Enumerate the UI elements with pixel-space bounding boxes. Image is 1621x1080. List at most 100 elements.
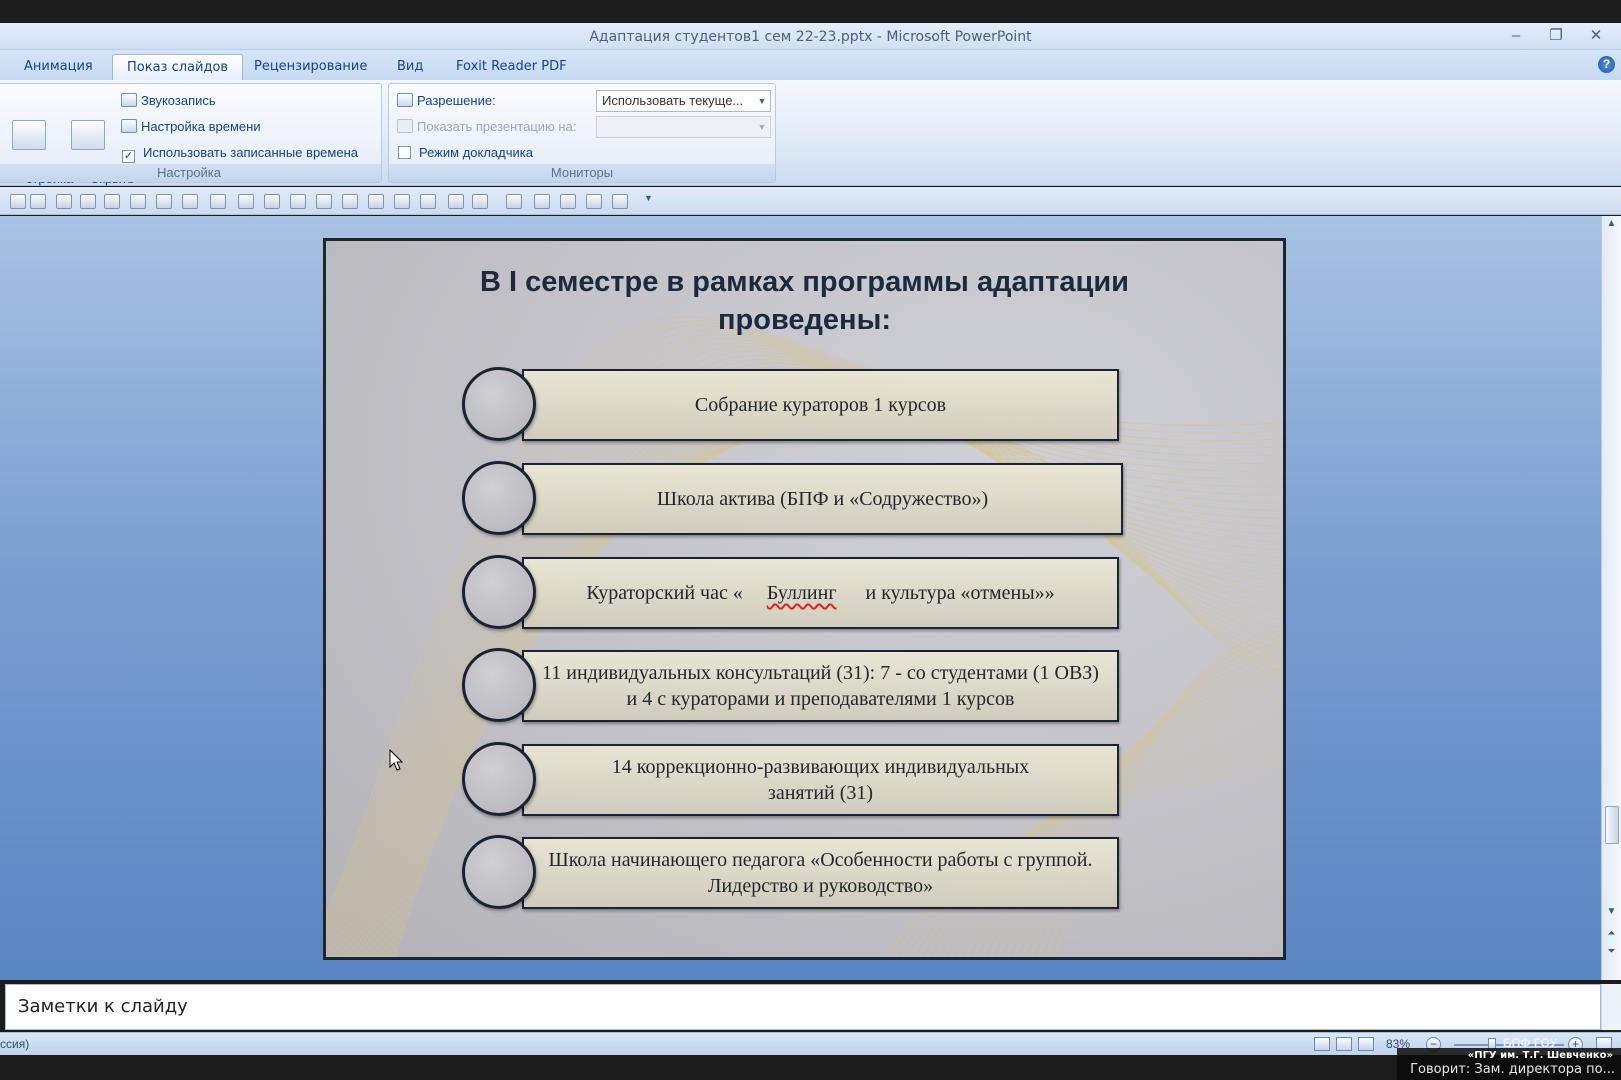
toolbar-tool-icon[interactable] bbox=[156, 194, 172, 209]
tab-review[interactable]: Рецензирование bbox=[240, 54, 381, 80]
previous-slide-icon[interactable]: ⏶ bbox=[1602, 928, 1621, 939]
stopwatch-icon bbox=[121, 119, 137, 133]
notes-pane[interactable]: Заметки к слайду bbox=[5, 984, 1601, 1030]
rehearse-timings-label: Настройка времени bbox=[141, 119, 261, 134]
toolbar-tool-icon[interactable] bbox=[394, 194, 410, 209]
organization-label: «ПГУ им. Т.Г. Шевченко» bbox=[1467, 1050, 1613, 1061]
minimize-button[interactable]: – bbox=[1503, 27, 1529, 45]
toolbar-tool-icon[interactable] bbox=[56, 194, 72, 209]
slide-title: В I семестре в рамках программы адаптаци… bbox=[479, 266, 1130, 336]
show-on-label-row: Показать презентацию на: bbox=[397, 117, 576, 137]
item-text: Кураторский час « Буллинг и культура «отм… bbox=[562, 580, 1078, 606]
customize-toolbar-icon[interactable]: ▼ bbox=[644, 193, 653, 203]
tab-slide-show[interactable]: Показ слайдов bbox=[112, 54, 244, 80]
toolbar-tool-icon[interactable] bbox=[612, 194, 628, 209]
item-circle bbox=[462, 742, 536, 816]
toolbar-tool-icon[interactable] bbox=[368, 194, 384, 209]
resolution-value: Использовать текуще... bbox=[602, 93, 744, 108]
show-on-dropdown[interactable]: ▼ bbox=[596, 116, 771, 138]
close-button[interactable]: ✕ bbox=[1583, 27, 1609, 45]
toolbar-tool-icon[interactable] bbox=[104, 194, 120, 209]
decorative-line bbox=[973, 693, 1283, 957]
item-text: Собрание кураторов 1 курсов bbox=[694, 394, 947, 416]
toolbar-tool-icon[interactable] bbox=[560, 194, 576, 209]
toolbar-tool-icon[interactable] bbox=[448, 194, 464, 209]
toolbar-tool-icon[interactable] bbox=[420, 194, 436, 209]
slide-show-icon[interactable] bbox=[1358, 1037, 1374, 1051]
tab-foxit-reader-pdf[interactable]: Foxit Reader PDF bbox=[442, 54, 581, 80]
use-timings-checkbox[interactable]: ✓ Использовать записанные времена bbox=[122, 143, 358, 163]
notes-placeholder: Заметки к слайду bbox=[18, 996, 188, 1017]
item-bar: 11 индивидуальных консультаций (31): 7 -… bbox=[522, 650, 1119, 722]
item-text: 11 индивидуальных консультаций (31): 7 -… bbox=[542, 662, 1099, 710]
presenter-view-check bbox=[398, 146, 411, 159]
toolbar-tool-icon[interactable] bbox=[264, 194, 280, 209]
toolbar-tool-icon[interactable] bbox=[534, 194, 550, 209]
record-narration-button[interactable]: Звукозапись bbox=[121, 91, 216, 111]
presenter-view-label: Режим докладчика bbox=[419, 145, 533, 160]
item-text: Школа начинающего педагога «Особенности … bbox=[548, 849, 1093, 897]
screen-bottom-border bbox=[0, 1055, 1621, 1080]
setup-show-icon bbox=[12, 120, 46, 150]
scroll-down-icon[interactable]: ▼ bbox=[1602, 906, 1621, 917]
window-title: Адаптация студентов1 сем 22-23.pptx - Mi… bbox=[589, 29, 1032, 45]
tab-view[interactable]: Вид bbox=[383, 54, 437, 80]
record-narration-icon bbox=[121, 93, 137, 107]
ribbon-tab-bar: Анимация Показ слайдов Рецензирование Ви… bbox=[0, 50, 1621, 80]
toolbar-tool-icon[interactable] bbox=[130, 194, 146, 209]
restore-button[interactable]: ❐ bbox=[1543, 27, 1569, 45]
item-bar: Школа актива (БПФ и «Содружество») bbox=[522, 463, 1123, 535]
status-language: ссия) bbox=[0, 1037, 30, 1051]
toolbar-tool-icon[interactable] bbox=[342, 194, 358, 209]
item-circle bbox=[462, 648, 536, 722]
vertical-scrollbar[interactable]: ▲ ▼ ⏶ ⏷ bbox=[1601, 216, 1621, 980]
powerpoint-window: Адаптация студентов1 сем 22-23.pptx - Mi… bbox=[0, 0, 1621, 1080]
monitor-disabled-icon bbox=[397, 119, 413, 133]
item-circle bbox=[462, 835, 536, 909]
toolbar-tool-icon[interactable] bbox=[316, 194, 332, 209]
hide-slide-icon bbox=[71, 120, 105, 150]
resolution-dropdown[interactable]: Использовать текуще... ▼ bbox=[596, 90, 771, 112]
tab-animation[interactable]: Анимация bbox=[10, 54, 107, 80]
setup-group-label: Настройка bbox=[0, 164, 381, 182]
item-circle bbox=[462, 555, 536, 629]
toolbar-tool-icon[interactable] bbox=[10, 194, 26, 209]
speaker-overlay: «ПГУ им. Т.Г. Шевченко» Говорит: Зам. ди… bbox=[1397, 1048, 1621, 1080]
presenter-view-checkbox[interactable]: Режим докладчика bbox=[398, 143, 533, 163]
title-bar: Адаптация студентов1 сем 22-23.pptx - Mi… bbox=[0, 23, 1621, 50]
item-circle bbox=[462, 367, 536, 441]
toolbar-tool-icon[interactable] bbox=[472, 194, 488, 209]
monitors-group-label: Мониторы bbox=[389, 164, 775, 182]
use-timings-check: ✓ bbox=[122, 150, 135, 163]
scroll-up-icon[interactable]: ▲ bbox=[1602, 218, 1621, 229]
toolbar-tool-icon[interactable] bbox=[238, 194, 254, 209]
next-slide-icon[interactable]: ⏷ bbox=[1602, 946, 1621, 957]
slide[interactable]: В I семестре в рамках программы адаптаци… bbox=[323, 238, 1286, 960]
resolution-label: Разрешение: bbox=[417, 93, 496, 108]
show-on-label: Показать презентацию на: bbox=[417, 119, 577, 134]
spelling-marked-word: Буллинг bbox=[766, 582, 837, 604]
item-bar: Кураторский час « Буллинг и культура «отм… bbox=[522, 557, 1119, 629]
rehearse-timings-button[interactable]: Настройка времени bbox=[121, 117, 261, 137]
item-text: 14 коррекционно-развивающих индивидуальн… bbox=[611, 756, 1030, 804]
toolbar-tool-icon[interactable] bbox=[586, 194, 602, 209]
toolbar-tool-icon[interactable] bbox=[30, 194, 46, 209]
toolbar-tool-icon[interactable] bbox=[506, 194, 522, 209]
resolution-label-row: Разрешение: bbox=[397, 91, 496, 111]
speaker-label: Говорит: Зам. директора по... bbox=[1410, 1062, 1615, 1077]
toolbar-tool-icon[interactable] bbox=[80, 194, 96, 209]
scrollbar-thumb[interactable] bbox=[1605, 806, 1619, 844]
use-timings-label: Использовать записанные времена bbox=[143, 145, 358, 160]
decorative-line bbox=[981, 687, 1283, 957]
toolbar-tool-icon[interactable] bbox=[182, 194, 198, 209]
notes-scrollbar[interactable] bbox=[1601, 984, 1621, 1030]
chevron-down-icon: ▼ bbox=[757, 96, 767, 106]
slide-sorter-icon[interactable] bbox=[1336, 1037, 1352, 1051]
toolbar-tool-icon[interactable] bbox=[210, 194, 226, 209]
normal-view-icon[interactable] bbox=[1314, 1037, 1330, 1051]
item-bar: 14 коррекционно-развивающих индивидуальн… bbox=[522, 744, 1119, 816]
item-text-part: Кураторский час « bbox=[586, 582, 743, 604]
toolbar-tool-icon[interactable] bbox=[290, 194, 306, 209]
monitors-group: Разрешение: Использовать текуще... ▼ Пок… bbox=[388, 83, 776, 183]
help-icon[interactable]: ? bbox=[1598, 56, 1615, 73]
